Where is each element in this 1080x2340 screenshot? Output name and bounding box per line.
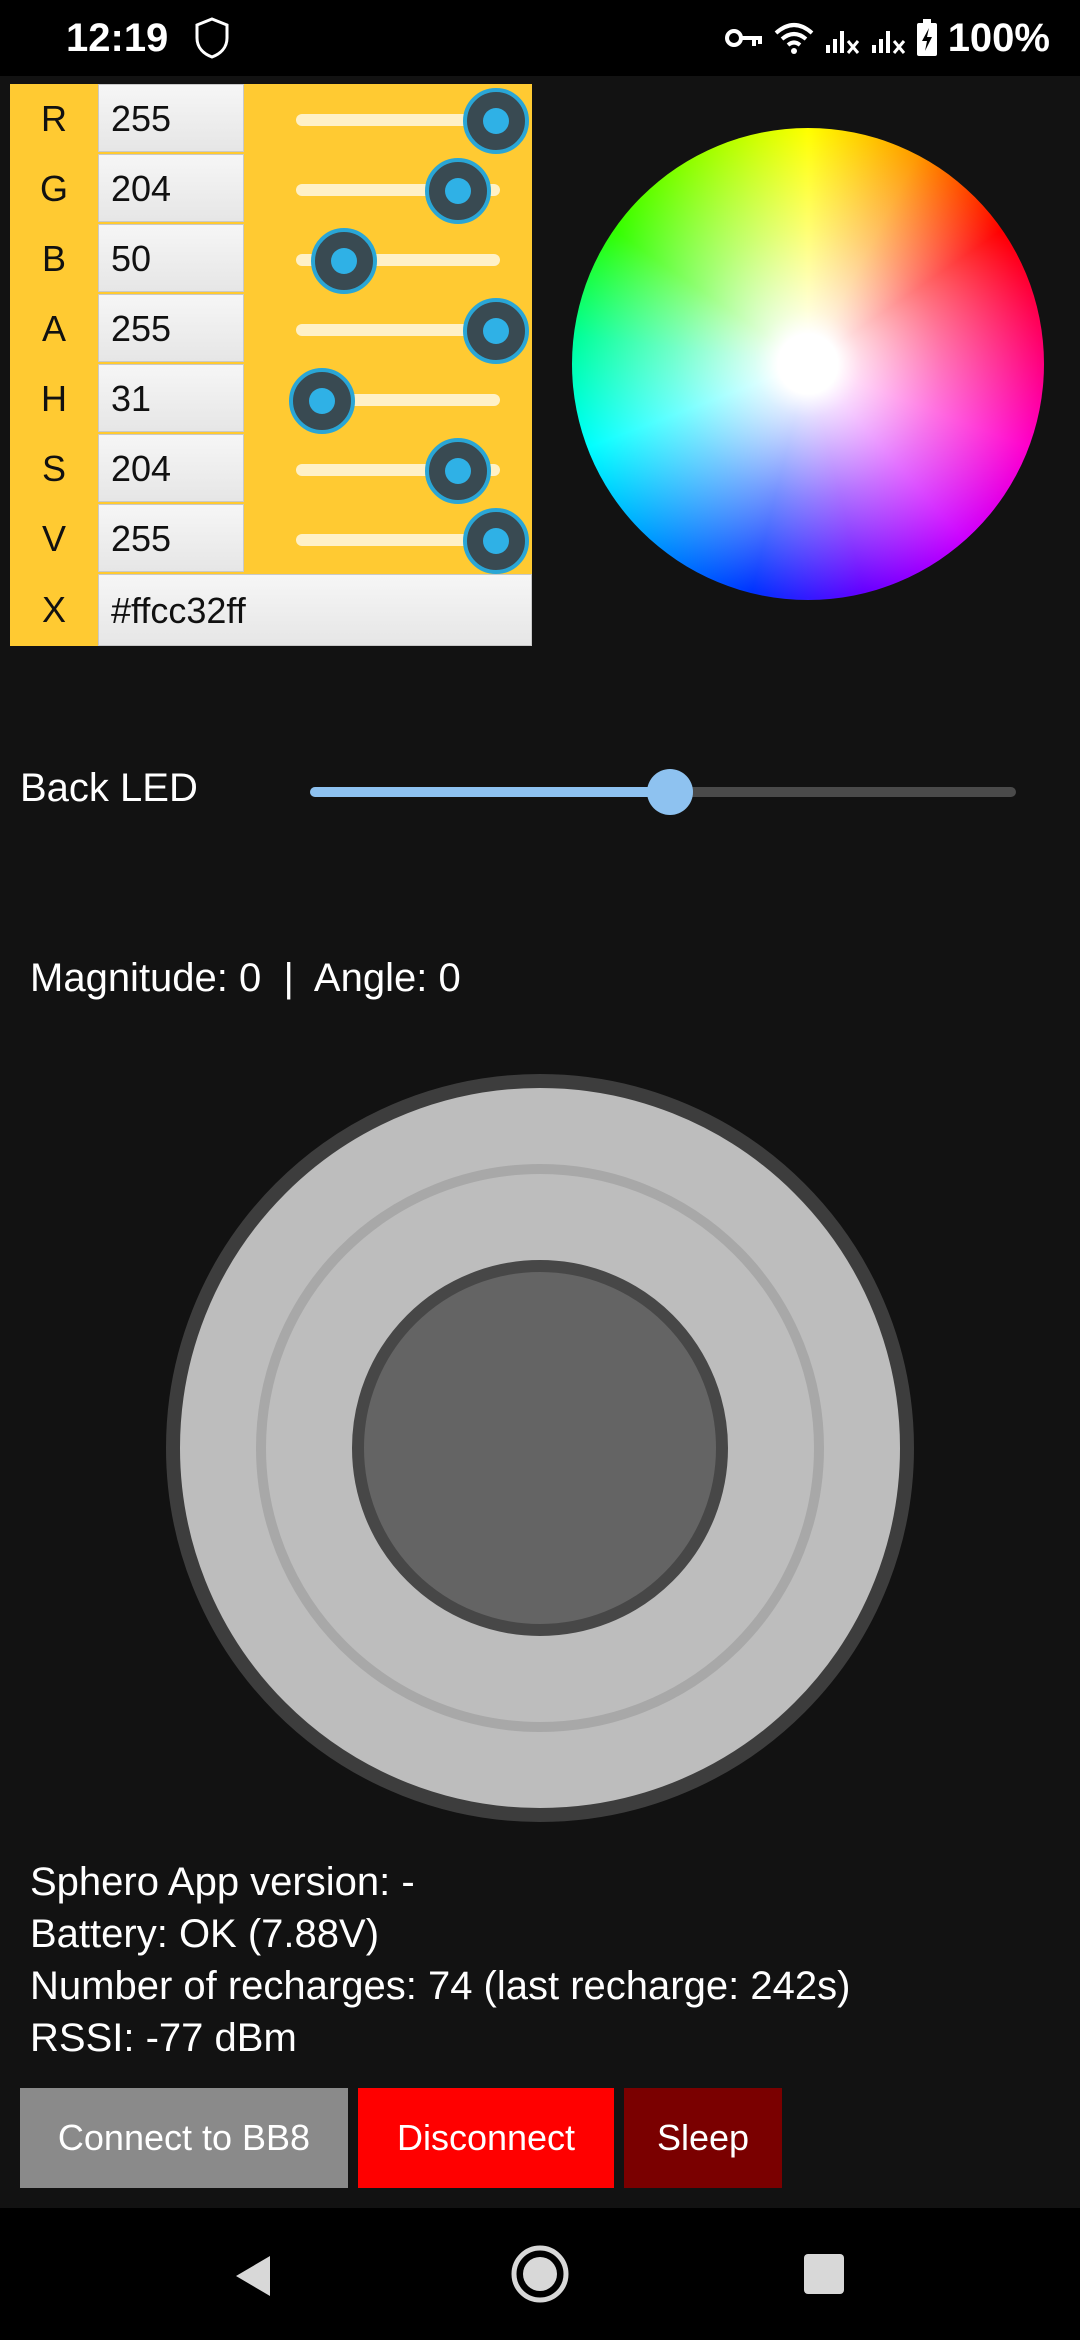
channel-value-field[interactable]: 50 [98,224,244,292]
status-time: 12:19 [66,16,169,60]
shield-icon [195,17,229,59]
wifi-icon [774,23,814,54]
channel-label: G [39,168,68,209]
channel-value-field[interactable]: 31 [98,364,244,432]
joystick-knob[interactable] [352,1260,728,1636]
color-picker-panel: R 255 G 204 B 50 A 255 H 31 S 204 V 255 [10,84,532,646]
channel-slider-thumb[interactable] [425,438,491,504]
recharges-text: Number of recharges: 74 (last recharge: … [30,1964,851,2008]
channel-label: B [41,238,66,279]
hex-value-field[interactable]: #ffcc32ff [98,574,532,646]
channel-value-field[interactable]: 255 [98,84,244,152]
channel-slider-thumb[interactable] [311,228,377,294]
status-bar: 12:19 100% [0,0,1080,76]
recents-icon[interactable] [802,2252,846,2296]
app-version-text: Sphero App version: - [30,1860,415,1904]
channel-slider-thumb[interactable] [289,368,356,434]
color-wheel[interactable] [572,128,1044,600]
navigation-bar [0,2208,1080,2340]
back-led-slider[interactable] [310,769,1016,815]
channel-value-field[interactable]: 255 [98,294,244,362]
channel-slider-thumb[interactable] [463,88,529,154]
channel-slider-thumb[interactable] [463,508,529,574]
back-led-label: Back LED [20,766,198,810]
signal-icon [825,31,859,54]
color-row-h: H 31 [10,364,532,434]
channel-label: R [41,98,67,139]
color-row-hex: X #ffcc32ff [10,574,532,646]
color-row-b: B 50 [10,224,532,294]
connect-button[interactable]: Connect to BB8 [20,2088,348,2188]
channel-value-field[interactable]: 255 [98,504,244,572]
color-row-g: G 204 [10,154,532,224]
channel-label: V [41,518,66,559]
rssi-text: RSSI: -77 dBm [30,2016,297,2060]
channel-value-field[interactable]: 204 [98,154,244,222]
channel-value-field[interactable]: 204 [98,434,244,502]
home-icon[interactable] [510,2244,570,2304]
channel-label: H [41,378,67,419]
color-row-r: R 255 [10,84,532,154]
battery-percent: 100% [947,16,1050,60]
color-row-a: A 255 [10,294,532,364]
disconnect-button[interactable]: Disconnect [358,2088,614,2188]
sleep-button[interactable]: Sleep [624,2088,782,2188]
back-icon[interactable] [230,2252,274,2300]
channel-slider-thumb[interactable] [463,298,529,364]
key-icon [724,29,762,47]
status-icons: 100% [724,12,1050,64]
hex-label: X [41,589,66,630]
color-row-s: S 204 [10,434,532,504]
back-led-slider-fill [310,787,671,797]
battery-charging-icon [916,19,937,56]
battery-text: Battery: OK (7.88V) [30,1912,380,1956]
color-row-v: V 255 [10,504,532,574]
back-led-slider-thumb[interactable] [647,769,694,815]
channel-slider-thumb[interactable] [425,158,491,224]
joystick-readout: Magnitude: 0 | Angle: 0 [30,956,461,1000]
channel-label: A [41,308,66,349]
channel-label: S [41,448,66,489]
signal-icon [871,31,905,54]
